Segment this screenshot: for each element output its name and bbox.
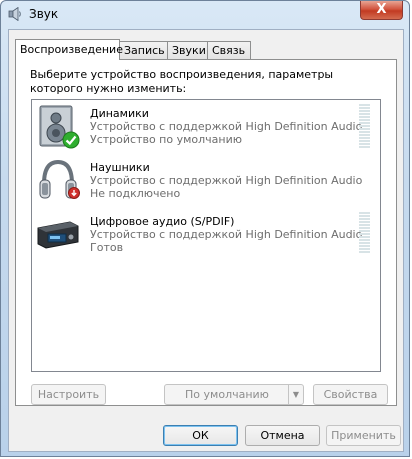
device-status: Готов [90, 241, 124, 254]
cancel-button[interactable]: Отмена [245, 425, 320, 446]
set-default-label: По умолчанию [185, 388, 269, 401]
device-name: Динамики [90, 107, 149, 120]
device-description: Устройство с поддержкой High Definition … [90, 228, 363, 241]
digital-audio-device-icon [36, 212, 80, 258]
configure-button[interactable]: Настроить [31, 384, 106, 405]
close-button[interactable]: X [360, 1, 403, 20]
device-name: Наушники [90, 161, 150, 174]
instruction-text: Выберите устройство воспроизведения, пар… [30, 68, 334, 95]
default-check-icon [62, 131, 80, 149]
device-text: Наушники Устройство с поддержкой High De… [90, 161, 362, 200]
list-item-headphones[interactable]: Наушники Устройство с поддержкой High De… [32, 156, 380, 208]
device-name: Цифровое аудио (S/PDIF) [90, 215, 235, 228]
close-icon: X [376, 2, 387, 17]
device-description: Устройство с поддержкой High Definition … [90, 120, 363, 133]
chevron-down-icon[interactable]: ▼ [288, 385, 303, 404]
dialog-client-area: Воспроизведение Запись Звуки Связь Выбер… [8, 29, 404, 452]
volume-meter [359, 104, 370, 149]
device-text: Динамики Устройство с поддержкой High De… [90, 107, 362, 146]
tab-playback[interactable]: Воспроизведение [15, 39, 123, 60]
device-text: Цифровое аудио (S/PDIF) Устройство с под… [90, 215, 362, 254]
device-status: Не подключено [90, 187, 181, 200]
ok-button[interactable]: ОК [163, 425, 238, 446]
set-default-button[interactable]: По умолчанию ▼ [164, 384, 304, 405]
unplugged-arrow-icon [68, 187, 80, 199]
tab-recording[interactable]: Запись [119, 41, 168, 59]
device-status: Устройство по умолчанию [90, 133, 243, 146]
tab-sounds[interactable]: Звуки [167, 41, 208, 59]
apply-button[interactable]: Применить [326, 425, 401, 446]
device-description: Устройство с поддержкой High Definition … [90, 174, 363, 187]
title-bar[interactable]: Звук X [1, 1, 409, 27]
tab-communications[interactable]: Связь [207, 41, 251, 59]
window-title: Звук [29, 7, 59, 21]
properties-button[interactable]: Свойства [313, 384, 388, 405]
sound-dialog-window: Звук X Воспроизведение Запись Звуки Связ… [0, 0, 410, 457]
playback-panel: Выберите устройство воспроизведения, пар… [15, 59, 397, 406]
volume-meter [359, 212, 370, 254]
device-list[interactable]: Динамики Устройство с поддержкой High De… [31, 99, 381, 372]
list-item-speakers[interactable]: Динамики Устройство с поддержкой High De… [32, 102, 380, 154]
list-item-digital-audio[interactable]: Цифровое аудио (S/PDIF) Устройство с под… [32, 210, 380, 262]
speaker-app-icon [8, 6, 24, 22]
